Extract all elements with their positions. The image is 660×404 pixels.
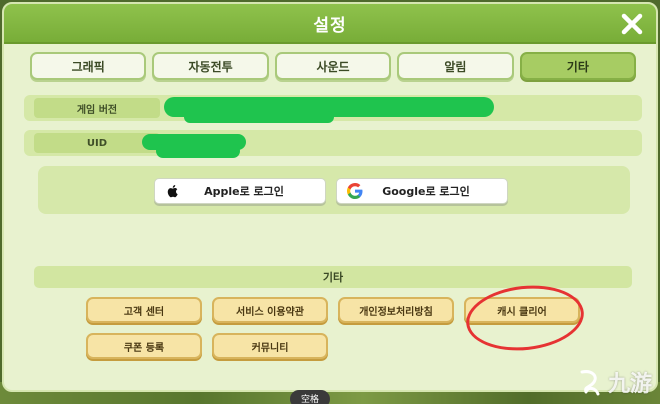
cache-clear-button[interactable]: 캐시 클리어	[464, 297, 580, 323]
privacy-policy-button[interactable]: 개인정보처리방침	[338, 297, 454, 323]
close-icon	[621, 13, 643, 35]
apple-login-button[interactable]: Apple로 로그인	[154, 178, 326, 204]
settings-tabs: 그래픽 자동전투 사운드 알림 기타	[30, 52, 637, 82]
space-key-hint: 空格	[290, 390, 330, 404]
apple-login-label: Apple로 로그인	[204, 185, 284, 198]
uid-redaction-tail	[156, 144, 240, 158]
google-logo-icon	[347, 183, 363, 199]
settings-header: 설정	[4, 4, 656, 44]
tab-auto-battle[interactable]: 자동전투	[152, 52, 269, 80]
google-login-button[interactable]: Google로 로그인	[336, 178, 508, 204]
game-version-row: 게임 버전	[24, 95, 642, 123]
etc-section-title: 기타	[34, 266, 632, 288]
settings-panel: 설정 그래픽 자동전투 사운드 알림 기타 게임 버전 UID Apple로 로…	[2, 2, 658, 392]
tab-sound[interactable]: 사운드	[274, 52, 392, 80]
tab-notifications[interactable]: 알림	[397, 52, 514, 80]
close-button[interactable]	[618, 10, 646, 38]
game-version-label: 게임 버전	[34, 98, 160, 118]
watermark-text: 九游	[607, 371, 652, 397]
coupon-register-button[interactable]: 쿠폰 등록	[86, 333, 202, 359]
tab-etc[interactable]: 기타	[519, 52, 637, 80]
customer-center-button[interactable]: 고객 센터	[86, 297, 202, 323]
apple-logo-icon	[167, 185, 178, 198]
jiuyou-logo-icon	[580, 370, 600, 396]
tab-graphics[interactable]: 그래픽	[30, 52, 147, 80]
uid-row: UID	[24, 130, 642, 158]
login-section: Apple로 로그인 Google로 로그인	[38, 166, 630, 214]
version-redaction-tail	[184, 111, 334, 123]
google-login-label: Google로 로그인	[382, 185, 470, 198]
watermark: 九游	[576, 366, 652, 398]
terms-of-service-button[interactable]: 서비스 이용약관	[212, 297, 328, 323]
settings-title: 설정	[313, 15, 347, 36]
community-button[interactable]: 커뮤니티	[212, 333, 328, 359]
